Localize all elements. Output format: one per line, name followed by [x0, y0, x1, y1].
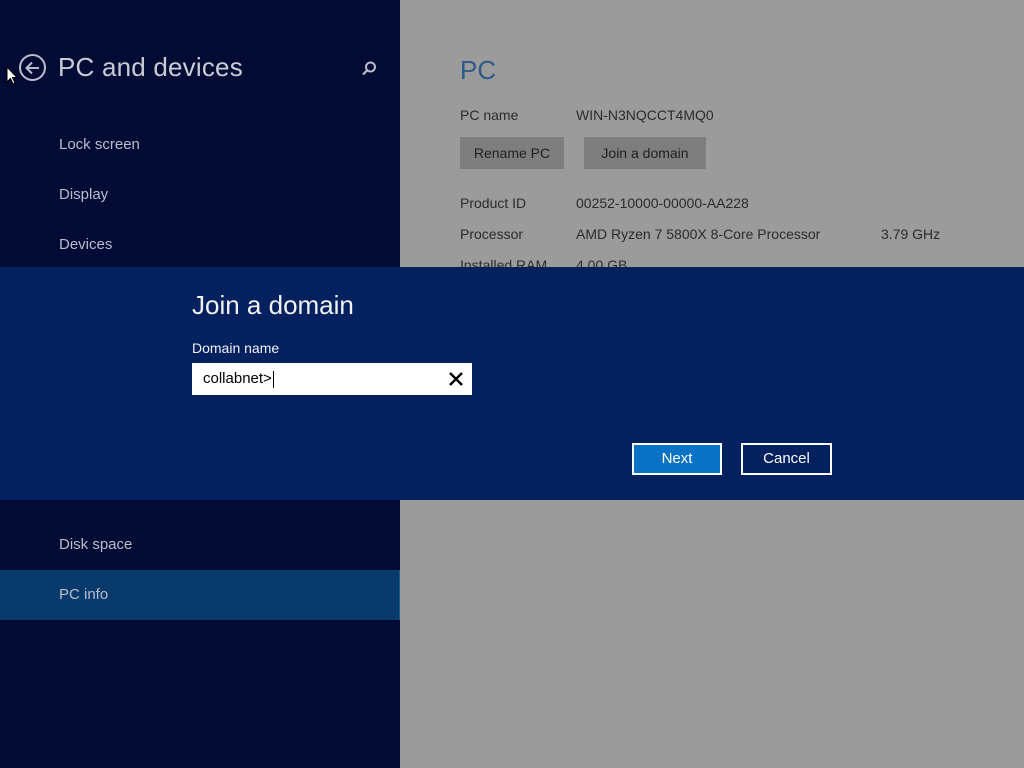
page-title: PC	[460, 55, 497, 85]
domain-name-label: Domain name	[192, 340, 280, 356]
next-button[interactable]: Next	[632, 443, 722, 475]
sidebar-item-devices[interactable]: Devices	[0, 220, 400, 270]
dialog-title: Join a domain	[192, 290, 354, 320]
sidebar-item-lock-screen[interactable]: Lock screen	[0, 120, 400, 170]
domain-name-input[interactable]: collabnet>	[192, 363, 472, 395]
mouse-pointer-icon	[6, 66, 18, 85]
search-icon	[362, 61, 376, 76]
search-button[interactable]	[360, 60, 382, 82]
sidebar-title: PC and devices	[58, 52, 243, 82]
join-domain-dialog: Join a domain Domain name collabnet> Nex…	[0, 267, 1024, 500]
domain-name-value: collabnet>	[203, 370, 272, 387]
close-icon	[449, 372, 463, 386]
pc-name-value: WIN-N3NQCCT4MQ0	[576, 107, 714, 123]
product-id-value: 00252-10000-00000-AA228	[576, 195, 749, 211]
processor-speed: 3.79 GHz	[881, 226, 941, 242]
back-button[interactable]	[19, 54, 46, 81]
pc-name-label: PC name	[460, 107, 519, 123]
processor-value: AMD Ryzen 7 5800X 8-Core Processor	[576, 226, 821, 242]
rename-pc-button[interactable]: Rename PC	[460, 137, 564, 169]
sidebar-item-display[interactable]: Display	[0, 170, 400, 220]
sidebar-item-disk-space[interactable]: Disk space	[0, 520, 400, 570]
text-caret	[272, 370, 274, 388]
arrow-left-icon	[25, 61, 39, 74]
product-id-label: Product ID	[460, 195, 527, 211]
cancel-button[interactable]: Cancel	[741, 443, 832, 475]
join-domain-button[interactable]: Join a domain	[584, 137, 706, 169]
clear-input-button[interactable]	[448, 371, 464, 387]
processor-label: Processor	[460, 226, 524, 242]
sidebar-item-pc-info[interactable]: PC info	[0, 570, 400, 620]
